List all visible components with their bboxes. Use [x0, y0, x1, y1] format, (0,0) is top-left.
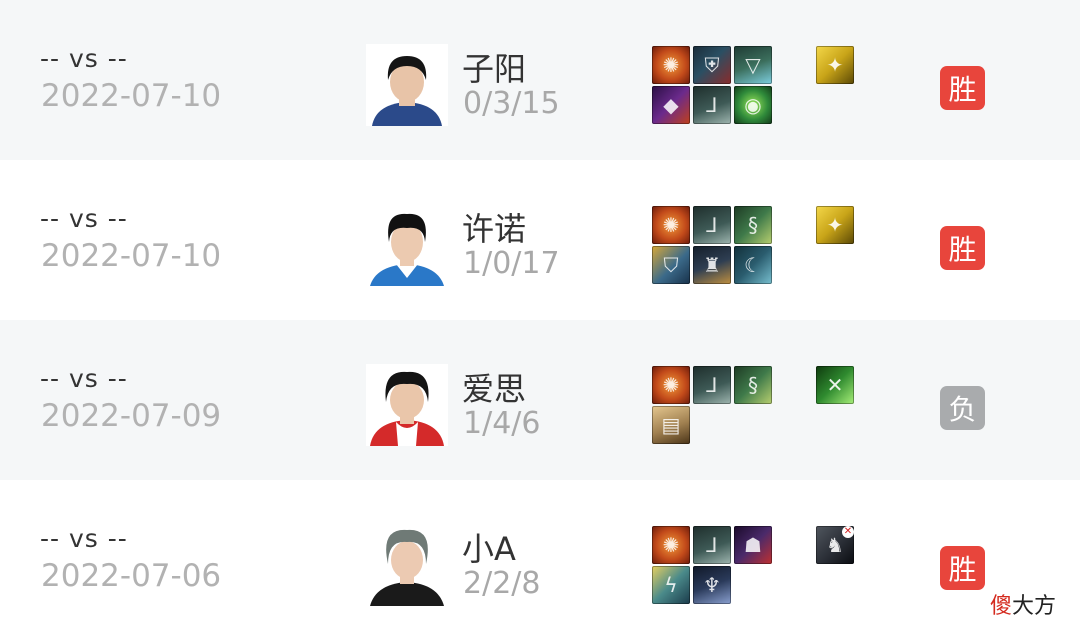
player-avatar	[366, 44, 448, 126]
match-row[interactable]: -- vs -- 2022-07-09 爱思 1/4/6 ✺ ⅃ § ▤ ✕ 负	[0, 320, 1080, 480]
crest-icon: ✺	[652, 526, 690, 564]
result-badge: 负	[940, 386, 985, 430]
execute-spell-icon: ♞ ✕	[816, 526, 854, 564]
crest-icon: ✺	[652, 46, 690, 84]
player-name: 子阳	[462, 50, 527, 88]
purple-gem-icon: ◆	[652, 86, 690, 124]
match-vs-label: -- vs --	[40, 364, 128, 393]
dark-mask-icon: ☗	[734, 526, 772, 564]
player-kda: 2/2/8	[463, 566, 541, 601]
items-grid: ✺ ⅃ § ▤	[652, 366, 774, 446]
scroll-icon: ▤	[652, 406, 690, 444]
player-kda: 0/3/15	[463, 86, 560, 121]
boots-icon: ⅃	[693, 86, 731, 124]
boots-icon: ⅃	[693, 526, 731, 564]
player-kda: 1/4/6	[463, 406, 541, 441]
match-row[interactable]: -- vs -- 2022-07-06 小A 2/2/8 ✺ ⅃ ☗ ϟ ♆ ♞…	[0, 480, 1080, 640]
blade-icon: ☾	[734, 246, 772, 284]
player-avatar	[366, 524, 448, 606]
match-date: 2022-07-10	[41, 238, 222, 274]
items-grid: ✺ ⅃ ☗ ϟ ♆	[652, 526, 774, 606]
lightning-blade-icon: ϟ	[652, 566, 690, 604]
boots-icon: ⅃	[693, 206, 731, 244]
disabled-x-icon: ✕	[842, 526, 854, 538]
match-date: 2022-07-10	[41, 78, 222, 114]
match-date: 2022-07-06	[41, 558, 222, 594]
flash-spell-icon: ✦	[816, 206, 854, 244]
flash-spell-icon: ✦	[816, 46, 854, 84]
green-orb-icon: ◉	[734, 86, 772, 124]
result-badge: 胜	[940, 66, 985, 110]
match-date: 2022-07-09	[41, 398, 222, 434]
items-grid: ✺ ⅃ § ⛉ ♜ ☾	[652, 206, 774, 286]
knight-armor-icon: ♜	[693, 246, 731, 284]
dash-spell-icon: ✕	[816, 366, 854, 404]
watermark: 傻大方	[990, 594, 1057, 619]
match-vs-label: -- vs --	[40, 204, 128, 233]
player-avatar	[366, 204, 448, 286]
items-grid: ✺ ⛨ ▽ ◆ ⅃ ◉	[652, 46, 774, 126]
player-avatar	[366, 364, 448, 446]
match-vs-label: -- vs --	[40, 44, 128, 73]
serpent-icon: §	[734, 366, 772, 404]
result-badge: 胜	[940, 226, 985, 270]
match-row[interactable]: -- vs -- 2022-07-10 许诺 1/0/17 ✺ ⅃ § ⛉ ♜ …	[0, 160, 1080, 320]
player-kda: 1/0/17	[463, 246, 560, 281]
serpent-icon: §	[734, 206, 772, 244]
match-vs-label: -- vs --	[40, 524, 128, 553]
player-name: 许诺	[462, 210, 527, 248]
boots-icon: ⅃	[693, 366, 731, 404]
spirit-armor-icon: ♆	[693, 566, 731, 604]
crest-icon: ✺	[652, 366, 690, 404]
pendant-icon: ▽	[734, 46, 772, 84]
player-name: 爱思	[462, 370, 527, 408]
match-history-list: -- vs -- 2022-07-10 子阳 0/3/15 ✺ ⛨ ▽ ◆ ⅃ …	[0, 0, 1080, 640]
crest-icon: ✺	[652, 206, 690, 244]
armor-icon: ⛨	[693, 46, 731, 84]
player-name: 小A	[462, 530, 516, 568]
result-badge: 胜	[940, 546, 985, 590]
golden-shield-icon: ⛉	[652, 246, 690, 284]
match-row[interactable]: -- vs -- 2022-07-10 子阳 0/3/15 ✺ ⛨ ▽ ◆ ⅃ …	[0, 0, 1080, 160]
